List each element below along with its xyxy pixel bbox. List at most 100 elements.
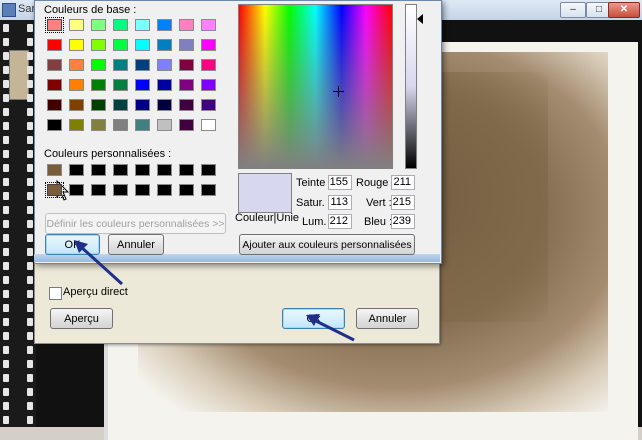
basic-color-swatch[interactable] (157, 39, 172, 51)
color-spectrum[interactable] (238, 4, 393, 169)
basic-color-swatch[interactable] (157, 79, 172, 91)
preview-button[interactable]: Aperçu (50, 308, 113, 329)
basic-color-swatch[interactable] (91, 79, 106, 91)
custom-color-swatch[interactable] (201, 164, 216, 176)
custom-color-swatch[interactable] (47, 164, 62, 176)
basic-color-swatch[interactable] (113, 99, 128, 111)
film-hole (3, 66, 9, 74)
minimize-button[interactable]: – (560, 2, 586, 18)
basic-color-swatch[interactable] (157, 59, 172, 71)
luminance-arrow-icon[interactable] (417, 14, 423, 24)
custom-color-swatch[interactable] (135, 164, 150, 176)
basic-color-swatch[interactable] (113, 39, 128, 51)
custom-color-swatch[interactable] (157, 184, 172, 196)
basic-color-swatch[interactable] (135, 59, 150, 71)
film-hole (3, 192, 9, 200)
custom-color-swatch[interactable] (179, 164, 194, 176)
basic-color-swatch[interactable] (69, 99, 84, 111)
basic-color-swatch[interactable] (47, 79, 62, 91)
basic-color-swatch[interactable] (47, 59, 62, 71)
custom-color-swatch[interactable] (135, 184, 150, 196)
basic-color-swatch[interactable] (135, 79, 150, 91)
basic-color-swatch[interactable] (179, 119, 194, 131)
define-custom-colors-button[interactable]: Définir les couleurs personnalisées >> (45, 213, 226, 234)
basic-color-swatch[interactable] (69, 119, 84, 131)
basic-color-swatch[interactable] (135, 39, 150, 51)
green-field[interactable]: 215 (391, 195, 415, 210)
effect-cancel-button[interactable]: Annuler (356, 308, 419, 329)
basic-color-swatch[interactable] (69, 79, 84, 91)
basic-color-swatch[interactable] (179, 59, 194, 71)
film-hole (3, 108, 9, 116)
basic-color-swatch[interactable] (113, 79, 128, 91)
film-hole (3, 206, 9, 214)
sat-field[interactable]: 113 (328, 195, 352, 210)
basic-color-swatch[interactable] (91, 119, 106, 131)
basic-color-swatch[interactable] (157, 99, 172, 111)
film-hole (27, 220, 33, 228)
basic-color-swatch[interactable] (45, 17, 64, 33)
film-hole (27, 402, 33, 410)
red-field[interactable]: 211 (391, 175, 415, 190)
app-icon (2, 3, 16, 17)
film-hole (27, 416, 33, 424)
basic-color-swatch[interactable] (69, 19, 84, 31)
add-custom-color-button[interactable]: Ajouter aux couleurs personnalisées (239, 234, 415, 255)
custom-color-swatch[interactable] (157, 164, 172, 176)
basic-color-swatch[interactable] (47, 119, 62, 131)
film-hole (3, 304, 9, 312)
basic-color-swatch[interactable] (201, 79, 216, 91)
basic-color-swatch[interactable] (113, 19, 128, 31)
basic-color-swatch[interactable] (135, 99, 150, 111)
basic-color-swatch[interactable] (157, 119, 172, 131)
basic-color-swatch[interactable] (91, 59, 106, 71)
basic-color-swatch[interactable] (47, 39, 62, 51)
custom-color-swatch[interactable] (45, 182, 64, 198)
basic-color-swatch[interactable] (113, 59, 128, 71)
film-hole (3, 318, 9, 326)
blue-field[interactable]: 239 (391, 214, 415, 229)
basic-color-swatch[interactable] (157, 19, 172, 31)
basic-color-swatch[interactable] (113, 119, 128, 131)
basic-color-swatch[interactable] (135, 119, 150, 131)
custom-color-swatch[interactable] (113, 164, 128, 176)
annotation-arrow-icon (306, 314, 355, 342)
basic-color-swatch[interactable] (91, 99, 106, 111)
basic-color-swatch[interactable] (201, 19, 216, 31)
film-hole (27, 108, 33, 116)
basic-color-swatch[interactable] (91, 19, 106, 31)
basic-color-swatch[interactable] (201, 39, 216, 51)
film-hole (3, 402, 9, 410)
basic-color-swatch[interactable] (135, 19, 150, 31)
red-label: Rouge : (356, 177, 395, 189)
lum-field[interactable]: 212 (328, 214, 352, 229)
close-button[interactable]: ✕ (608, 2, 640, 18)
custom-color-swatch[interactable] (91, 184, 106, 196)
custom-color-swatch[interactable] (113, 184, 128, 196)
spectrum-crosshair-icon[interactable] (333, 86, 344, 97)
basic-color-swatch[interactable] (179, 99, 194, 111)
basic-color-swatch[interactable] (179, 19, 194, 31)
basic-color-swatch[interactable] (201, 59, 216, 71)
basic-color-swatch[interactable] (201, 99, 216, 111)
basic-color-swatch[interactable] (69, 59, 84, 71)
basic-color-swatch[interactable] (69, 39, 84, 51)
basic-color-swatch[interactable] (179, 79, 194, 91)
custom-color-swatch[interactable] (201, 184, 216, 196)
custom-color-swatch[interactable] (69, 164, 84, 176)
basic-color-swatch[interactable] (47, 99, 62, 111)
basic-color-swatch[interactable] (179, 39, 194, 51)
basic-color-swatch[interactable] (91, 39, 106, 51)
custom-color-swatch[interactable] (179, 184, 194, 196)
luminance-slider[interactable] (405, 4, 417, 169)
custom-color-swatch[interactable] (69, 184, 84, 196)
basic-color-swatch[interactable] (201, 119, 216, 131)
film-hole (3, 52, 9, 60)
green-label: Vert : (366, 197, 392, 209)
custom-color-swatch[interactable] (91, 164, 106, 176)
film-hole (3, 220, 9, 228)
film-thumbnail[interactable] (9, 50, 29, 100)
live-preview-checkbox[interactable] (49, 287, 62, 300)
film-hole (3, 360, 9, 368)
hue-field[interactable]: 155 (328, 175, 352, 190)
